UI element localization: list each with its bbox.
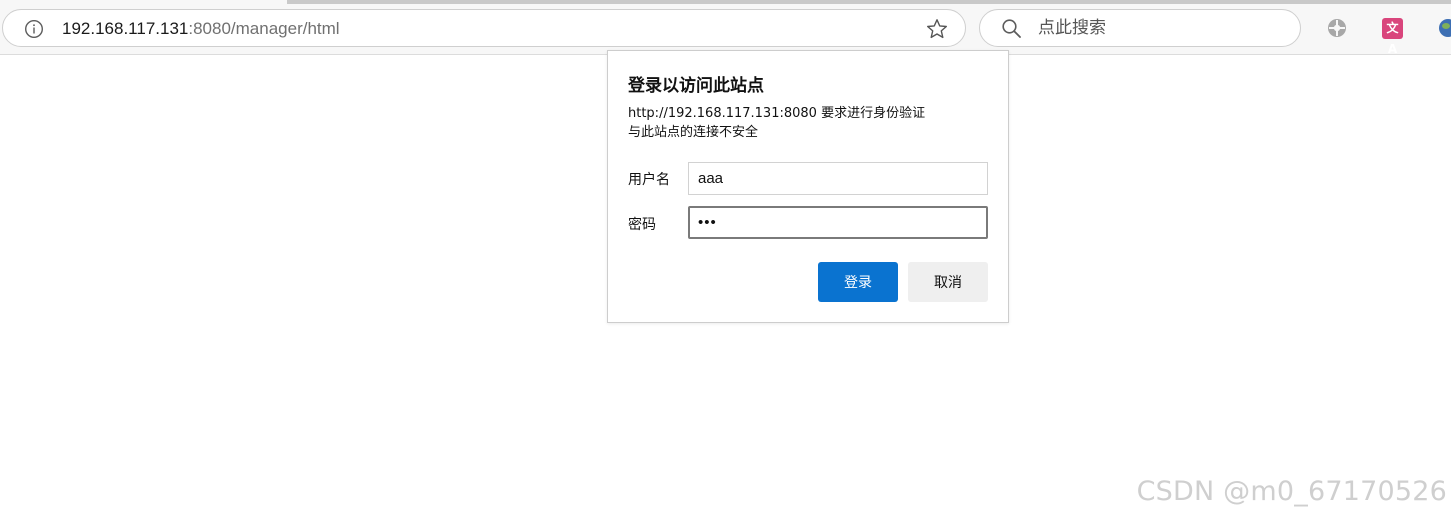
cancel-button[interactable]: 取消 [908,262,988,302]
search-icon [1002,19,1021,38]
username-label: 用户名 [628,172,670,188]
browser-toolbar: 192.168.117.131:8080/manager/html 文A [0,0,1451,56]
login-button[interactable]: 登录 [818,262,898,302]
translate-icon[interactable]: 文A [1382,18,1403,56]
extension-icon[interactable] [1326,17,1348,39]
search-input[interactable] [1038,16,1288,40]
address-bar[interactable]: 192.168.117.131:8080/manager/html [2,9,966,47]
favorite-star-icon[interactable] [925,17,949,41]
url-host: 192.168.117.131 [62,19,189,38]
password-input[interactable] [688,206,988,239]
insecure-connection-warning: 与此站点的连接不安全 [628,125,759,140]
csdn-watermark: CSDN @m0_67170526 [1136,476,1447,507]
info-icon[interactable] [24,19,44,39]
url-text[interactable]: 192.168.117.131:8080/manager/html [62,19,340,39]
globe-icon[interactable] [1437,17,1451,39]
url-path: :8080/manager/html [188,19,340,38]
login-dialog: 登录以访问此站点 http://192.168.117.131:8080 要求进… [607,50,1009,323]
search-bar[interactable] [979,9,1301,47]
tab-strip-edge [287,0,1451,4]
dialog-title: 登录以访问此站点 [628,76,764,96]
auth-required-message: http://192.168.117.131:8080 要求进行身份验证 [628,106,926,121]
password-label: 密码 [628,217,656,233]
username-input[interactable] [688,162,988,195]
